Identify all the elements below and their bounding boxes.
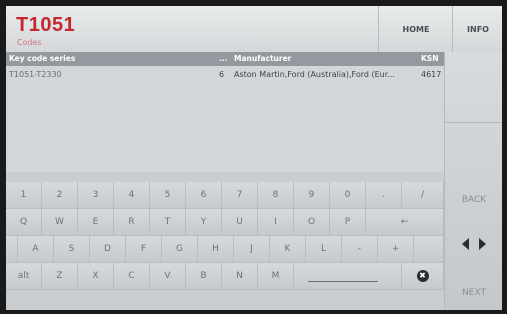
column-count[interactable]: ...	[219, 52, 228, 66]
side-panel: BACK NEXT	[444, 52, 502, 310]
back-button[interactable]: BACK	[445, 180, 502, 220]
key-minus[interactable]: -	[342, 236, 378, 263]
key-s[interactable]: S	[54, 236, 90, 263]
column-ksn[interactable]: KSN	[421, 52, 439, 66]
key-i[interactable]: I	[258, 209, 294, 236]
arrow-right-icon[interactable]	[479, 238, 486, 250]
key-4[interactable]: 4	[114, 182, 150, 209]
key-row3-indent	[6, 236, 18, 263]
key-2[interactable]: 2	[42, 182, 78, 209]
arrow-left-icon[interactable]	[462, 238, 469, 250]
key-r[interactable]: R	[114, 209, 150, 236]
key-period[interactable]: .	[366, 182, 402, 209]
next-button[interactable]: NEXT	[445, 276, 502, 310]
key-d[interactable]: D	[90, 236, 126, 263]
key-j[interactable]: J	[234, 236, 270, 263]
key-x[interactable]: X	[78, 263, 114, 290]
key-slash[interactable]: /	[402, 182, 444, 209]
key-backspace[interactable]: ←	[366, 209, 444, 236]
table-row[interactable]: T1051-T2330 6 Aston Martin,Ford (Austral…	[6, 68, 444, 82]
key-e[interactable]: E	[78, 209, 114, 236]
home-button[interactable]: HOME	[378, 6, 453, 52]
space-icon	[308, 281, 378, 282]
table-header: Key code series ... Manufacturer KSN	[6, 52, 444, 66]
cell-count: 6	[219, 70, 225, 79]
cell-series: T1051-T2330	[9, 70, 62, 79]
key-u[interactable]: U	[222, 209, 258, 236]
key-b[interactable]: B	[186, 263, 222, 290]
key-8[interactable]: 8	[258, 182, 294, 209]
key-v[interactable]: V	[150, 263, 186, 290]
key-5[interactable]: 5	[150, 182, 186, 209]
key-space[interactable]	[294, 263, 402, 290]
on-screen-keyboard: 1 2 3 4 5 6 7 8 9 0 . / Q W E R T Y U I …	[6, 172, 444, 310]
key-alt[interactable]: alt	[6, 263, 42, 290]
key-q[interactable]: Q	[6, 209, 42, 236]
key-0[interactable]: 0	[330, 182, 366, 209]
page-title: T1051	[16, 14, 76, 36]
key-m[interactable]: M	[258, 263, 294, 290]
key-3[interactable]: 3	[78, 182, 114, 209]
key-row3-end	[414, 236, 444, 263]
key-g[interactable]: G	[162, 236, 198, 263]
key-w[interactable]: W	[42, 209, 78, 236]
clear-icon: ✖	[416, 270, 429, 282]
side-divider	[445, 122, 502, 123]
header: T1051 Codes HOME INFO	[6, 6, 502, 52]
column-key-code-series[interactable]: Key code series	[9, 52, 75, 66]
key-7[interactable]: 7	[222, 182, 258, 209]
key-f[interactable]: F	[126, 236, 162, 263]
key-k[interactable]: K	[270, 236, 306, 263]
key-z[interactable]: Z	[42, 263, 78, 290]
cursor-arrows	[445, 222, 502, 268]
column-manufacturer[interactable]: Manufacturer	[234, 52, 291, 66]
key-h[interactable]: H	[198, 236, 234, 263]
key-6[interactable]: 6	[186, 182, 222, 209]
info-button[interactable]: INFO	[452, 6, 502, 52]
key-p[interactable]: P	[330, 209, 366, 236]
screen: T1051 Codes HOME INFO Key code series ..…	[6, 6, 502, 310]
key-9[interactable]: 9	[294, 182, 330, 209]
key-t[interactable]: T	[150, 209, 186, 236]
results-table: Key code series ... Manufacturer KSN T10…	[6, 52, 444, 171]
cell-manufacturer: Aston Martin,Ford (Australia),Ford (Eur.…	[234, 70, 395, 79]
page-subtitle: Codes	[17, 38, 42, 47]
cell-ksn: 4617	[421, 70, 442, 79]
key-a[interactable]: A	[18, 236, 54, 263]
key-y[interactable]: Y	[186, 209, 222, 236]
key-plus[interactable]: +	[378, 236, 414, 263]
key-l[interactable]: L	[306, 236, 342, 263]
key-o[interactable]: O	[294, 209, 330, 236]
key-1[interactable]: 1	[6, 182, 42, 209]
key-c[interactable]: C	[114, 263, 150, 290]
key-clear[interactable]: ✖	[402, 263, 444, 290]
key-n[interactable]: N	[222, 263, 258, 290]
